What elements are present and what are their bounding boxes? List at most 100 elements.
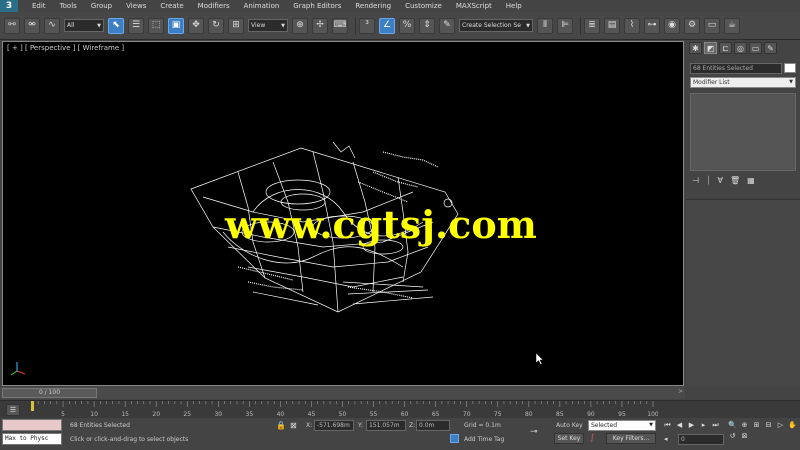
menu-animation[interactable]: Animation [244, 2, 280, 10]
pin-stack-icon[interactable]: ⊣ [692, 176, 699, 186]
show-end-result-icon[interactable]: ⏐ [706, 176, 711, 186]
maximize-viewport-icon[interactable]: ⊠ [739, 431, 750, 442]
y-label: Y: [358, 422, 363, 429]
make-unique-icon[interactable]: ∀ [718, 176, 723, 186]
select-object-icon[interactable]: ⬉ [108, 17, 124, 34]
link-icon[interactable]: ⚯ [4, 17, 20, 34]
schematic-view-icon[interactable]: ⊶ [644, 17, 660, 34]
modify-tab-icon[interactable]: ◩ [704, 42, 717, 54]
auto-key-button[interactable]: Auto Key [556, 422, 583, 429]
time-slider[interactable]: < > 0 / 100 [0, 387, 685, 399]
menu-rendering[interactable]: Rendering [355, 2, 391, 10]
pan-icon[interactable]: ✋ [787, 420, 798, 431]
z-coordinate-field[interactable]: 0.0m [416, 420, 450, 431]
reference-coord-dropdown[interactable]: View ▼ [248, 19, 288, 32]
percent-snap-icon[interactable]: % [399, 17, 415, 34]
remove-modifier-icon[interactable]: 🗑 [730, 176, 740, 186]
keyboard-shortcut-icon[interactable]: ⌨ [332, 17, 348, 34]
grid-size: Grid = 0.1m [464, 422, 501, 429]
object-name-field[interactable]: 68 Entities Selected [690, 63, 782, 74]
snaps-toggle-icon[interactable]: ³ [359, 17, 375, 34]
maxscript-listener-output[interactable] [2, 419, 62, 431]
menu-tools[interactable]: Tools [60, 2, 77, 10]
modifier-list-label: Modifier List [693, 79, 730, 86]
pivot-center-icon[interactable]: ⊕ [292, 17, 308, 34]
object-color-swatch[interactable] [784, 63, 796, 73]
key-mode-dropdown[interactable]: Selected ▼ [588, 420, 656, 431]
current-frame-field[interactable]: 0 [678, 434, 724, 445]
motion-tab-icon[interactable]: ◎ [734, 42, 747, 54]
add-time-tag-label[interactable]: Add Time Tag [464, 436, 504, 443]
set-key-button[interactable]: Set Key [554, 433, 584, 444]
move-icon[interactable]: ✥ [188, 17, 204, 34]
create-tab-icon[interactable]: ✱ [689, 42, 702, 54]
perspective-viewport[interactable]: [ + ] [ Perspective ] [ Wireframe ] www.… [2, 41, 684, 386]
configure-sets-icon[interactable]: ▦ [747, 176, 755, 186]
align-icon[interactable]: ⊫ [557, 17, 573, 34]
menu-create[interactable]: Create [160, 2, 183, 10]
material-editor-icon[interactable]: ◉ [664, 17, 680, 34]
menu-views[interactable]: Views [126, 2, 146, 10]
key-mode-toggle-icon[interactable]: ◂ [664, 435, 668, 443]
select-manipulate-icon[interactable]: ✢ [312, 17, 328, 34]
x-coordinate-field[interactable]: -571.698m [314, 420, 354, 431]
curve-editor-icon[interactable]: ⌇ [624, 17, 640, 34]
render-setup-icon[interactable]: ⚙ [684, 17, 700, 34]
display-tab-icon[interactable]: ▭ [749, 42, 762, 54]
selection-lock-icon[interactable]: 🔒 [276, 421, 286, 430]
region-select-icon[interactable]: ⬚ [148, 17, 164, 34]
add-time-tag-icon[interactable] [450, 434, 459, 443]
orbit-icon[interactable]: ↺ [727, 431, 738, 442]
scale-icon[interactable]: ⊞ [228, 17, 244, 34]
unlink-icon[interactable]: ⚮ [24, 17, 40, 34]
selection-filter-dropdown[interactable]: All ▼ [64, 19, 104, 32]
hierarchy-tab-icon[interactable]: ⊏ [719, 42, 732, 54]
select-by-name-icon[interactable]: ☰ [128, 17, 144, 34]
next-frame-arrow[interactable]: > [678, 388, 683, 395]
next-frame-icon[interactable]: ▸ [698, 420, 709, 431]
app-logo-icon[interactable]: 3 [0, 0, 18, 12]
render-production-icon[interactable]: ☕ [724, 17, 740, 34]
chevron-down-icon: ▼ [649, 422, 653, 428]
menu-group[interactable]: Group [91, 2, 112, 10]
key-icon[interactable]: ⊸ [530, 427, 538, 437]
y-coordinate-field[interactable]: 151.057m [366, 420, 406, 431]
layer-manager-icon[interactable]: ≣ [584, 17, 600, 34]
menu-maxscript[interactable]: MAXScript [456, 2, 492, 10]
named-selection-dropdown[interactable]: Create Selection Se ▼ [459, 19, 533, 32]
menu-customize[interactable]: Customize [405, 2, 442, 10]
modifier-list-dropdown[interactable]: Modifier List ▼ [690, 77, 796, 88]
utilities-tab-icon[interactable]: ✎ [764, 42, 777, 54]
go-to-end-icon[interactable]: ⏭ [710, 420, 721, 431]
current-frame-marker[interactable] [31, 401, 34, 411]
absolute-offset-icon[interactable]: ⊠ [290, 421, 302, 431]
mini-curve-editor-icon[interactable]: ☰ [6, 404, 20, 416]
edit-named-selection-icon[interactable]: ✎ [439, 17, 455, 34]
menu-help[interactable]: Help [506, 2, 522, 10]
menu-graph-editors[interactable]: Graph Editors [293, 2, 341, 10]
go-to-start-icon[interactable]: ⏮ [662, 420, 673, 431]
modifier-stack[interactable] [690, 93, 796, 171]
trackbar[interactable]: ☰ 5 10 15 20 25 30 35 40 45 50 55 60 65 70 75 80 85 90 95 1… [0, 400, 800, 418]
zoom-extents-icon[interactable]: ⊞ [751, 420, 762, 431]
bind-space-warp-icon[interactable]: ∿ [44, 17, 60, 34]
angle-snap-icon[interactable]: ∠ [379, 17, 395, 34]
zoom-extents-all-icon[interactable]: ⊟ [763, 420, 774, 431]
window-crossing-icon[interactable]: ▣ [168, 17, 184, 34]
time-slider-thumb[interactable]: 0 / 100 [2, 388, 97, 398]
maxscript-listener-input[interactable]: Max to Physc [2, 433, 62, 445]
menu-edit[interactable]: Edit [32, 2, 46, 10]
previous-frame-icon[interactable]: ◀ [674, 420, 685, 431]
key-filter-icon[interactable]: ∫ [590, 433, 594, 442]
graphite-ribbon-icon[interactable]: ▤ [604, 17, 620, 34]
menu-modifiers[interactable]: Modifiers [198, 2, 230, 10]
field-of-view-icon[interactable]: ▷ [775, 420, 786, 431]
rotate-icon[interactable]: ↻ [208, 17, 224, 34]
mirror-icon[interactable]: ⫴ [537, 17, 553, 34]
key-filters-button[interactable]: Key Filters... [606, 433, 656, 444]
zoom-icon[interactable]: 🔍 [727, 420, 738, 431]
spinner-snap-icon[interactable]: ⇕ [419, 17, 435, 34]
zoom-all-icon[interactable]: ⊕ [739, 420, 750, 431]
play-icon[interactable]: ▶ [686, 420, 697, 431]
rendered-frame-icon[interactable]: ▭ [704, 17, 720, 34]
